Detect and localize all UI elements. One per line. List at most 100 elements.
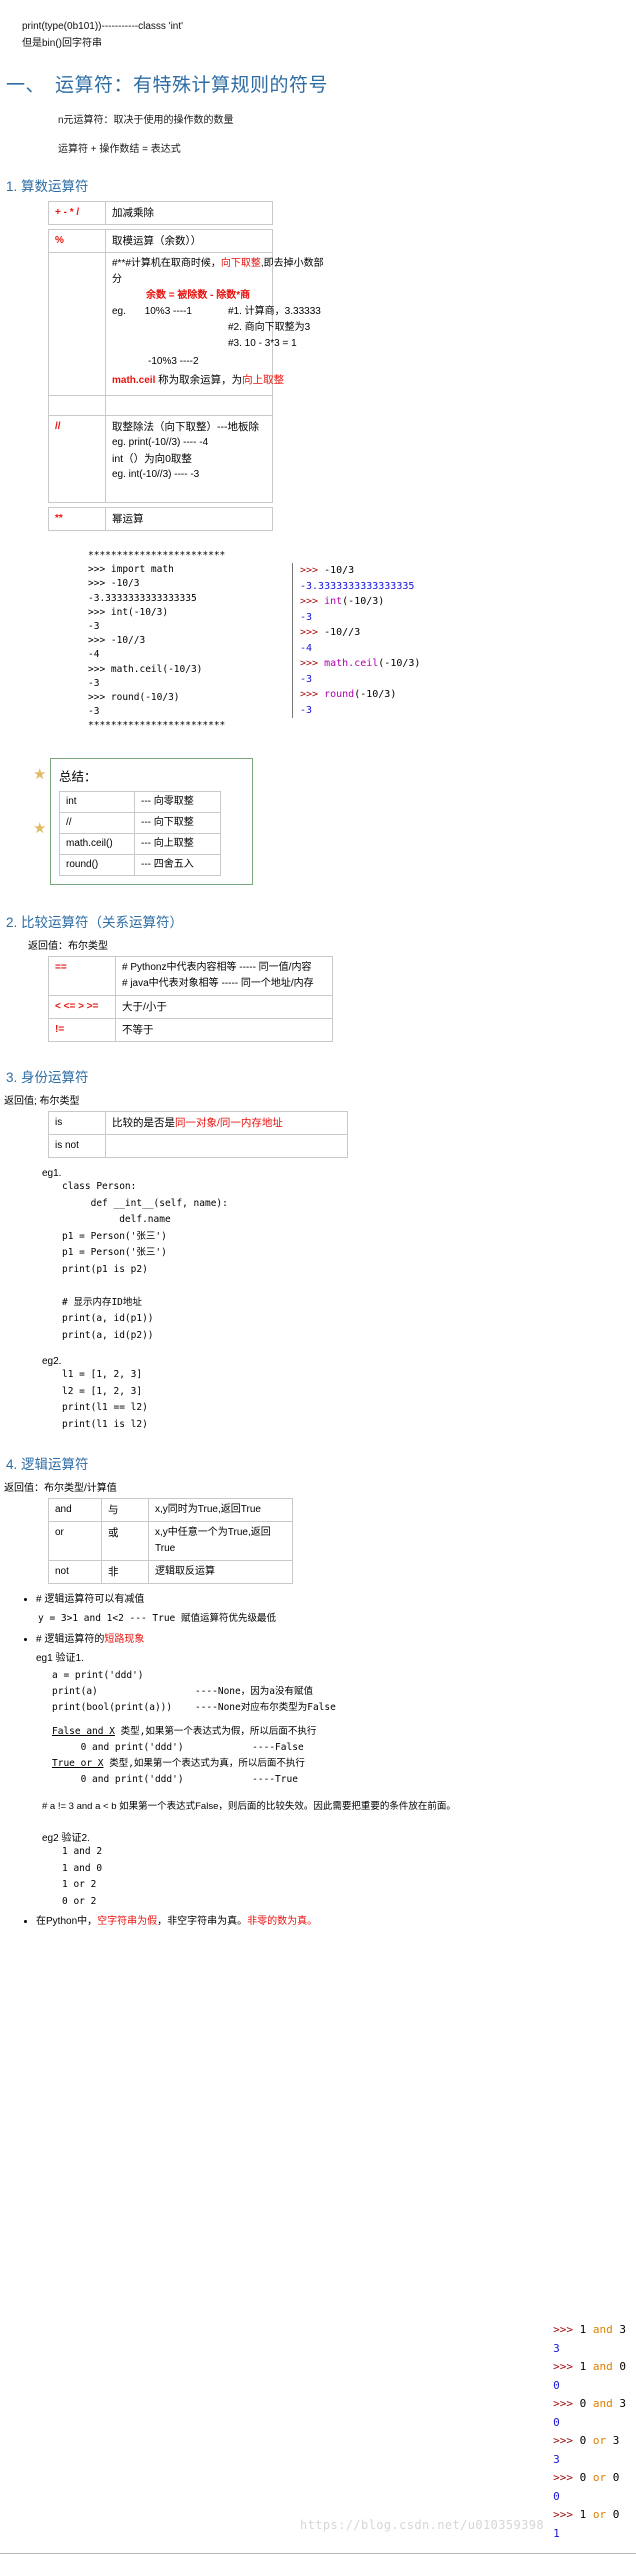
summary-name: round() (59, 854, 135, 876)
table-row: != 不等于 (48, 1018, 333, 1042)
console-operator: and (592, 2397, 613, 2410)
console-prompt: >>> (300, 565, 325, 576)
symbol-equals-equals: == (55, 962, 67, 973)
identity-example-2: eg2. l1 = [1, 2, 3] l2 = [1, 2, 3] print… (42, 1356, 636, 1433)
console-output: 0 (553, 2378, 560, 2392)
identity-example-1: eg1. class Person: def __int__(self, nam… (42, 1168, 636, 1344)
floordiv-spacer (112, 483, 266, 499)
page-title-text: 运算符：有特殊计算规则的符号 (55, 75, 329, 96)
console-prompt: >>> (300, 689, 325, 700)
eg1-verify-label: eg1 验证1. (36, 1653, 84, 1664)
section-4-title: 4. 逻辑运算符 (6, 1457, 89, 1472)
console-line: >>> -10/3 (300, 563, 420, 579)
console-operand-right: 0 (606, 2508, 620, 2521)
console-operand-left: 1 (579, 2508, 593, 2521)
modulo-operator-table: % 取模运算（余数）） #**#计算机在取商时候，向下取整,即去掉小数部分 余数… (48, 229, 324, 503)
modulo-floor-note-a: #**#计算机在取商时候， (112, 258, 221, 269)
star-icon: ★ (33, 820, 47, 837)
console-output: 1 (553, 2526, 560, 2540)
console-operator: or (592, 2471, 607, 2484)
summary-name: int (59, 791, 135, 813)
console-code: (-10/3) (378, 658, 421, 669)
summary-desc: --- 向下取整 (134, 812, 221, 834)
symbol-percent: % (55, 235, 64, 246)
console-prompt: >>> (553, 2323, 580, 2336)
console-prompt: >>> (300, 627, 325, 638)
cell-floordiv-explanation: 取整除法（向下取整）---地板除 eg. print(-10//3) ---- … (105, 415, 273, 503)
console-operator: and (592, 2360, 613, 2373)
table-row: < <= > >= 大于/小于 (48, 995, 333, 1019)
table-row: % 取模运算（余数）） (48, 229, 273, 253)
math-ceil-highlight: 向上取整 (242, 374, 285, 386)
console-line: 3 (553, 2340, 626, 2359)
summary-title: 总结： (59, 770, 97, 784)
cell-description (105, 1134, 348, 1158)
equality-python-note: # Pythonz中代表内容相等 ----- 同一值/内容 (122, 962, 312, 973)
eg2-label: eg2. (42, 1356, 62, 1367)
logical-example-2: eg2 验证2. 1 and 2 1 and 0 1 or 2 0 or 2 (42, 1829, 636, 1910)
console-line: >>> 0 or 0 (553, 2469, 626, 2488)
cell-empty-left (48, 395, 106, 416)
table-row: is not (48, 1134, 348, 1158)
console-keyword: math.ceil (324, 658, 379, 669)
console-keyword: round (324, 689, 355, 700)
console-operand-right: 3 (612, 2397, 626, 2410)
star-icon: ★ (33, 766, 47, 783)
page-title-number: 一、 (6, 75, 46, 96)
eg1-note-false-and-example: 0 and print('ddd') ----False (52, 1742, 304, 1753)
symbol-relational: < <= > >= (55, 1001, 99, 1012)
table-row: //--- 向下取整 (59, 812, 221, 834)
cell-symbol: is (48, 1111, 106, 1135)
cell-description: 取模运算（余数）） (105, 229, 273, 253)
console-right-text: >>> -10/3 -3.3333333333333335 >>> int(-10/… (292, 563, 420, 718)
table-row-spacer (48, 395, 273, 416)
page-title: 一、 运算符：有特殊计算规则的符号 (6, 70, 636, 97)
console-prompt: >>> (553, 2508, 580, 2521)
console-line: 0 (553, 2377, 626, 2396)
console-block-1: ************************ >>> import math… (0, 549, 636, 744)
cell-symbol: + - * / (48, 201, 106, 225)
bullet-shortcircuit: # 逻辑运算符的短路现象 eg1 验证1. a = print('ddd') p… (36, 1630, 636, 1788)
bullet-shortcircuit-text: # 逻辑运算符的 (36, 1634, 105, 1645)
summary-name: math.ceil() (59, 833, 135, 855)
cell-description: 幂运算 (105, 507, 273, 531)
console-code: -10//3 (324, 627, 361, 638)
eg2-code: l1 = [1, 2, 3] l2 = [1, 2, 3] print(l1 =… (62, 1369, 148, 1430)
console-left-text: ************************ >>> import math… (88, 550, 226, 732)
cell-symbol: == (48, 956, 116, 996)
table-row: or 或 x,y中任意一个为True,返回True (48, 1521, 293, 1561)
modulo-floor-note-highlight: 向下取整 (220, 258, 261, 269)
logical-operator-table: and 与 x,y同时为True,返回True or 或 x,y中任意一个为True,返回… (48, 1498, 293, 1584)
math-ceil-name: math.ceil (112, 375, 156, 386)
symbol-not-equal: != (55, 1024, 65, 1035)
comparison-operator-table: == # Pythonz中代表内容相等 ----- 同一值/内容 # java中… (48, 956, 333, 1042)
floordiv-line-4: eg. int(-10//3) ---- -3 (112, 469, 200, 480)
logical-symbol: or (48, 1521, 102, 1561)
console-line: >>> 1 or 0 (553, 2506, 626, 2525)
cell-symbol: % (48, 229, 106, 253)
truthiness-bullet-list: 在Python中，空字符串为假，非空字符串为真。非零的数为真。 (22, 1912, 636, 1931)
console-operand-right: 0 (606, 2471, 620, 2484)
modulo-formula: 余数 = 被除数 - 除数*商 (146, 290, 251, 301)
modulo-floor-note: #**#计算机在取商时候，向下取整,即去掉小数部分 (112, 256, 324, 288)
section-3-title: 3. 身份运算符 (6, 1070, 89, 1085)
logical-cn-name: 与 (101, 1498, 149, 1522)
note-true-or-text: 类型,如果第一个表达式为真，所以后面不执行 (103, 1758, 305, 1769)
intro-block: print(type(0b101))-----------classs 'int… (0, 0, 636, 52)
section-3-note: 返回值; 布尔类型 (4, 1096, 80, 1107)
console-line: >>> int(-10/3) (300, 594, 420, 610)
cell-description: 加减乘除 (105, 201, 273, 225)
console-operand-left: 0 (579, 2397, 593, 2410)
summary-name: // (59, 812, 135, 834)
truthiness-highlight-1: 空字符串为假 (97, 1916, 158, 1927)
modulo-example-row: eg. 10%3 ----1 #1. 计算商，3.33333 #2. 商向下取整… (112, 304, 324, 352)
modulo-step-1: #1. 计算商，3.33333 (228, 306, 321, 317)
logical-symbol: and (48, 1498, 102, 1522)
section-2-note: 返回值：布尔类型 (28, 941, 108, 952)
eg1-note-false-and: False and X 类型,如果第一个表达式为假，所以后面不执行 (52, 1724, 636, 1740)
eg1-verify-code: a = print('ddd') print(a) ----None，因为a没有… (52, 1670, 336, 1713)
symbol-power: ** (55, 513, 63, 524)
floordiv-line-2: eg. print(-10//3) ---- -4 (112, 437, 209, 448)
console-prompt: >>> (553, 2471, 580, 2484)
symbol-floor-divide: // (55, 421, 61, 432)
